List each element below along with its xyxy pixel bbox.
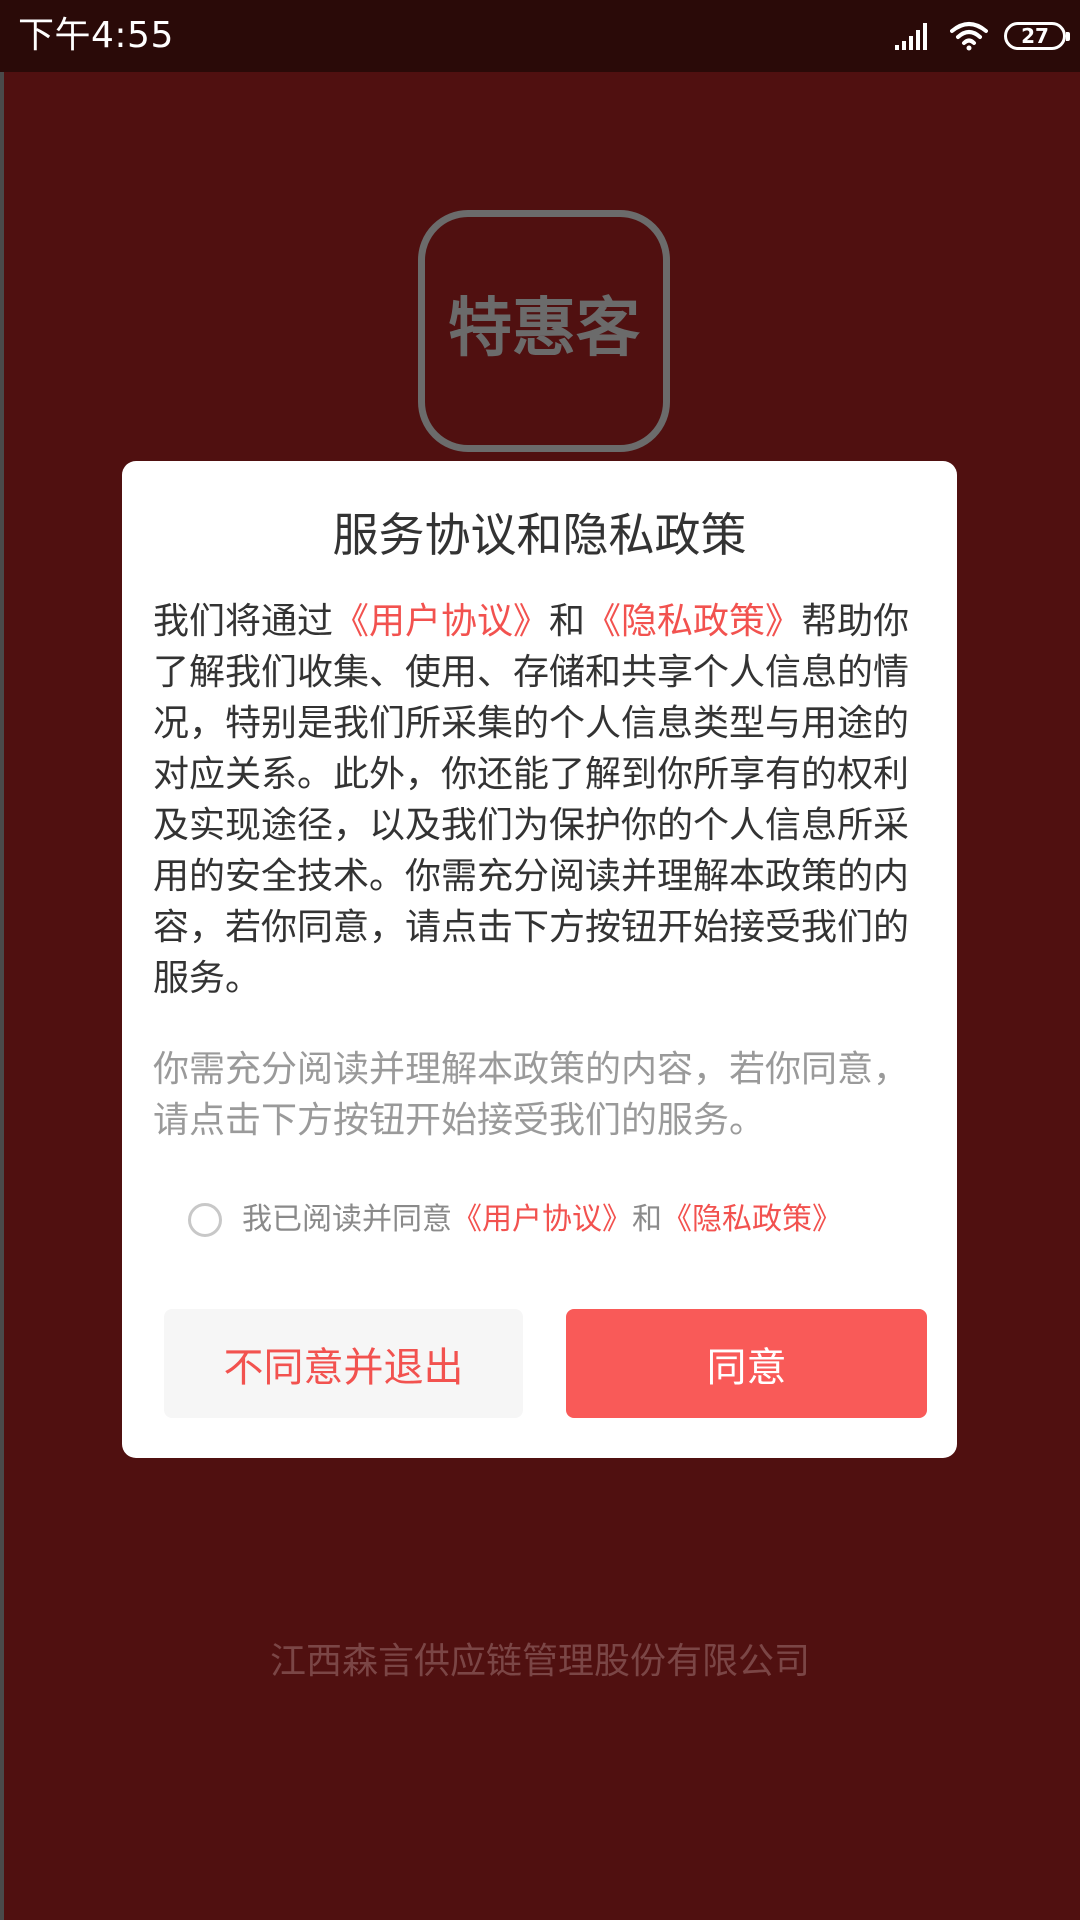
privacy-policy-link[interactable]: 《隐私政策》 (585, 601, 801, 642)
logo-text: 特惠客 (448, 292, 640, 366)
agree-privacy-policy-link[interactable]: 《隐私政策》 (662, 1202, 842, 1237)
wifi-icon (950, 22, 988, 51)
left-edge (0, 0, 4, 1920)
user-agreement-link[interactable]: 《用户协议》 (333, 601, 549, 642)
status-time: 下午4:55 (18, 15, 174, 56)
agree-user-agreement-link[interactable]: 《用户协议》 (452, 1202, 632, 1237)
signal-icon (895, 23, 927, 50)
agree-checkbox-row[interactable]: 我已阅读并同意《用户协议》和《隐私政策》 (188, 1194, 842, 1246)
status-bar: 下午4:55 27 (0, 0, 1080, 72)
app-logo: 特惠客 (418, 210, 670, 452)
body-and: 和 (549, 601, 586, 642)
status-icons: 27 (894, 18, 1070, 54)
agree-text: 我已阅读并同意《用户协议》和《隐私政策》 (242, 1200, 842, 1240)
body-rest: 帮助你了解我们收集、使用、存储和共享个人信息的情况，特别是我们所采集的个人信息类… (153, 601, 910, 999)
battery-level: 27 (1021, 24, 1049, 48)
body-prefix: 我们将通过 (153, 601, 334, 642)
dialog-note: 你需充分阅读并理解本政策的内容，若你同意，请点击下方按钮开始接受我们的服务。 (153, 1049, 910, 1141)
agree-and: 和 (632, 1202, 662, 1237)
company-name: 江西森言供应链管理股份有限公司 (269, 1641, 810, 1682)
agree-button[interactable]: 同意 (566, 1309, 927, 1418)
agree-label: 我已阅读并同意 (242, 1202, 452, 1237)
battery-icon: 27 (1004, 22, 1070, 50)
dialog-body: 我们将通过《用户协议》和《隐私政策》帮助你了解我们收集、使用、存储和共享个人信息… (153, 596, 927, 1004)
decline-exit-button[interactable]: 不同意并退出 (164, 1309, 523, 1418)
agree-radio[interactable] (188, 1203, 222, 1237)
dialog-title: 服务协议和隐私政策 (332, 508, 747, 562)
privacy-dialog: 服务协议和隐私政策 我们将通过《用户协议》和《隐私政策》帮助你了解我们收集、使用… (122, 461, 957, 1458)
